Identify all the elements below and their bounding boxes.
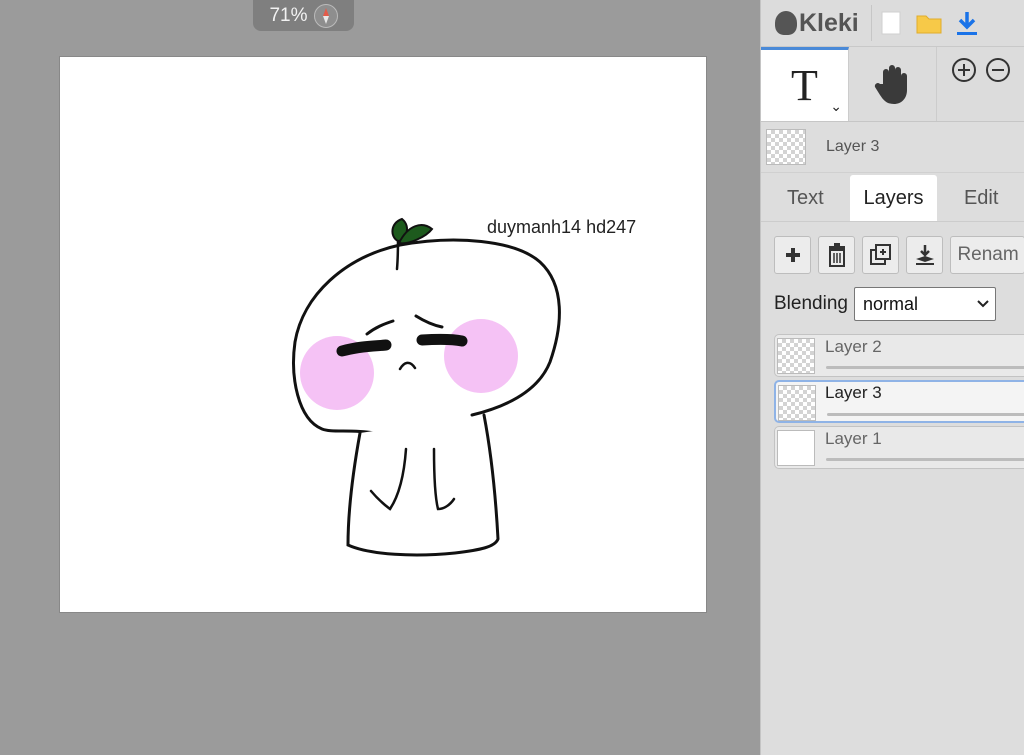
rename-layer-button[interactable]: Renam bbox=[950, 236, 1024, 274]
plus-icon bbox=[785, 248, 800, 262]
layer-name: Layer 1 bbox=[825, 429, 882, 448]
duplicate-layer-button[interactable] bbox=[862, 236, 900, 274]
blending-label: Blending bbox=[774, 293, 848, 314]
blending-select[interactable]: normal bbox=[853, 287, 996, 321]
delete-layer-button[interactable] bbox=[818, 236, 856, 274]
layer-thumbnail bbox=[777, 430, 815, 466]
tool-row: T ⌄ bbox=[761, 47, 1024, 122]
zoom-indicator[interactable]: 71% bbox=[253, 0, 354, 31]
layer-item-1[interactable]: Layer 1 bbox=[774, 426, 1024, 469]
chevron-down-icon[interactable]: ⌄ bbox=[830, 98, 842, 115]
zoom-tool-buttons bbox=[937, 47, 1024, 121]
blending-row: Blending normal bbox=[761, 274, 1024, 321]
top-bar: Kleki bbox=[761, 0, 1024, 47]
zoom-out-icon[interactable] bbox=[985, 57, 1011, 83]
zoom-in-icon[interactable] bbox=[951, 57, 977, 83]
hand-tool-button[interactable] bbox=[849, 47, 937, 121]
canvas-text: duymanh14 hd247 bbox=[487, 217, 637, 237]
tab-edit[interactable]: Edit bbox=[937, 175, 1024, 221]
text-tool-icon: T bbox=[791, 60, 818, 110]
current-layer-name: Layer 3 bbox=[826, 138, 880, 155]
opacity-slider[interactable] bbox=[827, 413, 1024, 416]
opacity-slider[interactable] bbox=[826, 458, 1024, 461]
kleki-logo[interactable]: Kleki bbox=[761, 0, 859, 46]
sidebar: Kleki T ⌄ Layer 3 Text Layers Edit Renam… bbox=[760, 0, 1024, 755]
opacity-slider[interactable] bbox=[826, 366, 1024, 369]
layer-thumbnail bbox=[777, 338, 815, 374]
tab-text[interactable]: Text bbox=[761, 175, 850, 221]
layer-thumbnail bbox=[778, 385, 816, 421]
drawing-canvas[interactable]: duymanh14 hd247 bbox=[60, 57, 706, 612]
layer-name: Layer 2 bbox=[825, 337, 882, 356]
compass-icon[interactable] bbox=[313, 3, 338, 28]
blending-value: normal bbox=[862, 293, 918, 314]
logo-icon bbox=[775, 11, 797, 35]
layer-item-3[interactable]: Layer 3 bbox=[774, 380, 1024, 423]
new-file-icon[interactable] bbox=[872, 0, 910, 46]
current-layer-preview: Layer 3 bbox=[761, 122, 1024, 173]
duplicate-icon bbox=[869, 244, 891, 265]
layer-item-2[interactable]: Layer 2 bbox=[774, 334, 1024, 377]
hand-icon bbox=[874, 65, 907, 104]
add-layer-button[interactable] bbox=[774, 236, 812, 274]
zoom-label: 71% bbox=[269, 4, 308, 26]
merge-down-button[interactable] bbox=[906, 236, 944, 274]
layer-list: Layer 2 Layer 3 Layer 1 bbox=[761, 321, 1024, 469]
chevron-down-icon bbox=[977, 300, 989, 308]
open-folder-icon[interactable] bbox=[910, 0, 948, 46]
drawing-artwork bbox=[292, 217, 561, 557]
logo-text: Kleki bbox=[799, 8, 859, 37]
layer-actions: Renam bbox=[761, 222, 1024, 274]
merge-down-icon bbox=[915, 245, 934, 265]
tab-layers[interactable]: Layers bbox=[849, 175, 938, 221]
trash-icon bbox=[828, 243, 845, 267]
text-tool-button[interactable]: T ⌄ bbox=[761, 47, 849, 121]
layer-thumbnail bbox=[766, 129, 806, 165]
download-icon[interactable] bbox=[948, 0, 986, 46]
panel-tabs: Text Layers Edit bbox=[761, 173, 1024, 222]
layer-name: Layer 3 bbox=[825, 383, 882, 402]
